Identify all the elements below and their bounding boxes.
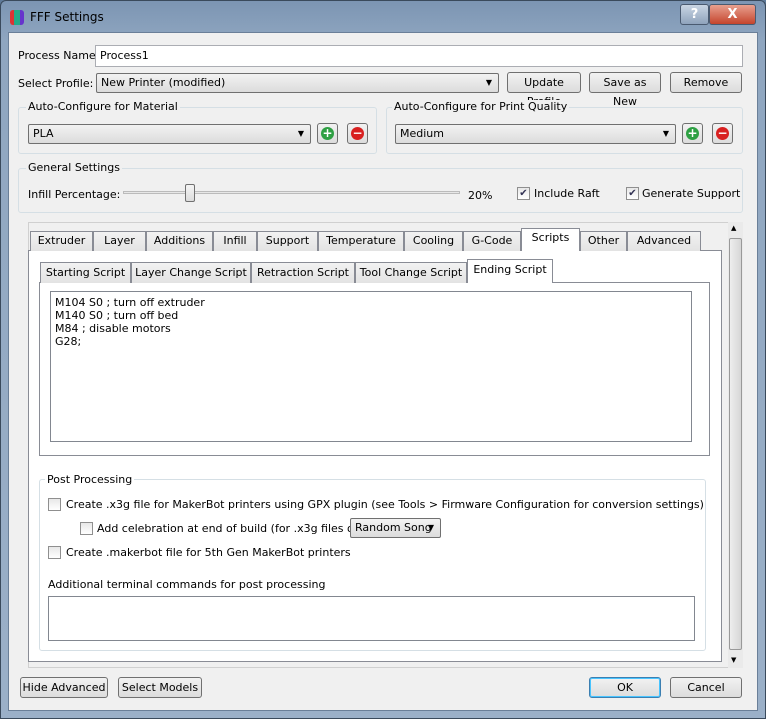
- makerbot-checkbox[interactable]: [48, 546, 61, 559]
- general-settings-title: General Settings: [26, 161, 122, 174]
- material-value: PLA: [33, 127, 54, 140]
- subtab-layer-change-script[interactable]: Layer Change Script: [131, 262, 251, 283]
- tab-other[interactable]: Other: [580, 231, 627, 251]
- quality-group-title: Auto-Configure for Print Quality: [392, 100, 570, 113]
- x3g-label: Create .x3g file for MakerBot printers u…: [66, 498, 704, 511]
- profile-select[interactable]: New Printer (modified) ▼: [96, 73, 499, 93]
- subtab-ending-script[interactable]: Ending Script: [467, 259, 553, 283]
- minus-icon: −: [351, 126, 364, 140]
- tab-extruder[interactable]: Extruder: [30, 231, 93, 251]
- help-button[interactable]: ?: [680, 4, 709, 25]
- generate-support-label: Generate Support: [642, 187, 741, 200]
- update-profile-button[interactable]: Update Profile: [507, 72, 581, 108]
- remove-button[interactable]: Remove: [670, 72, 742, 93]
- celebration-checkbox[interactable]: [80, 522, 93, 535]
- chevron-down-icon: ▼: [427, 523, 434, 532]
- tab-layer[interactable]: Layer: [93, 231, 146, 251]
- plus-icon: +: [686, 126, 699, 140]
- chevron-down-icon: ▼: [662, 129, 669, 138]
- vertical-scrollbar[interactable]: ▲ ▼: [728, 222, 743, 668]
- hide-advanced-button[interactable]: Hide Advanced: [20, 677, 108, 698]
- process-name-input[interactable]: Process1: [95, 45, 743, 67]
- terminal-commands-textarea[interactable]: [48, 596, 695, 641]
- tab-advanced[interactable]: Advanced: [627, 231, 701, 251]
- makerbot-label: Create .makerbot file for 5th Gen MakerB…: [66, 546, 351, 559]
- tab-scripts[interactable]: Scripts: [521, 228, 580, 251]
- scroll-up-icon[interactable]: ▲: [731, 224, 736, 232]
- material-group-title: Auto-Configure for Material: [26, 100, 180, 113]
- window-title: FFF Settings: [30, 10, 104, 24]
- cancel-button[interactable]: Cancel: [670, 677, 742, 698]
- scroll-down-icon[interactable]: ▼: [731, 656, 736, 664]
- scrollbar-thumb[interactable]: [729, 238, 742, 650]
- tab-support[interactable]: Support: [257, 231, 318, 251]
- include-raft-label: Include Raft: [534, 187, 600, 200]
- plus-icon: +: [321, 126, 334, 140]
- infill-slider-track[interactable]: [123, 191, 460, 194]
- material-select[interactable]: PLA ▼: [28, 124, 311, 144]
- terminal-commands-label: Additional terminal commands for post pr…: [48, 578, 326, 591]
- add-quality-button[interactable]: +: [682, 123, 703, 144]
- save-as-new-button[interactable]: Save as New: [589, 72, 661, 108]
- tab-gcode[interactable]: G-Code: [463, 231, 521, 251]
- close-button[interactable]: X: [709, 4, 756, 25]
- chevron-down-icon: ▼: [485, 78, 492, 87]
- quality-select[interactable]: Medium ▼: [395, 124, 676, 144]
- minus-icon: −: [716, 126, 729, 140]
- ok-button[interactable]: OK: [589, 677, 661, 698]
- process-name-label: Process Name:: [18, 49, 100, 62]
- chevron-down-icon: ▼: [297, 129, 304, 138]
- tab-infill[interactable]: Infill: [213, 231, 257, 251]
- infill-label: Infill Percentage:: [28, 188, 121, 201]
- quality-value: Medium: [400, 127, 444, 140]
- tab-temperature[interactable]: Temperature: [318, 231, 404, 251]
- remove-material-button[interactable]: −: [347, 123, 368, 144]
- remove-quality-button[interactable]: −: [712, 123, 733, 144]
- subtab-retraction-script[interactable]: Retraction Script: [251, 262, 355, 283]
- include-raft-checkbox[interactable]: ✔: [517, 187, 530, 200]
- app-logo-icon: [10, 10, 24, 25]
- post-processing-title: Post Processing: [45, 473, 135, 486]
- ending-script-textarea[interactable]: M104 S0 ; turn off extruder M140 S0 ; tu…: [50, 291, 692, 442]
- x3g-checkbox[interactable]: [48, 498, 61, 511]
- subtab-starting-script[interactable]: Starting Script: [40, 262, 131, 283]
- subtab-tool-change-script[interactable]: Tool Change Script: [355, 262, 467, 283]
- select-profile-label: Select Profile:: [18, 77, 94, 90]
- song-value: Random Song: [355, 521, 432, 534]
- infill-value: 20%: [468, 189, 493, 202]
- infill-slider-handle[interactable]: [185, 184, 196, 202]
- tab-cooling[interactable]: Cooling: [404, 231, 463, 251]
- profile-value: New Printer (modified): [101, 76, 226, 89]
- tab-additions[interactable]: Additions: [146, 231, 213, 251]
- generate-support-checkbox[interactable]: ✔: [626, 187, 639, 200]
- add-material-button[interactable]: +: [317, 123, 338, 144]
- song-select[interactable]: Random Song ▼: [350, 518, 441, 538]
- select-models-button[interactable]: Select Models: [118, 677, 202, 698]
- celebration-label: Add celebration at end of build (for .x3…: [97, 522, 375, 535]
